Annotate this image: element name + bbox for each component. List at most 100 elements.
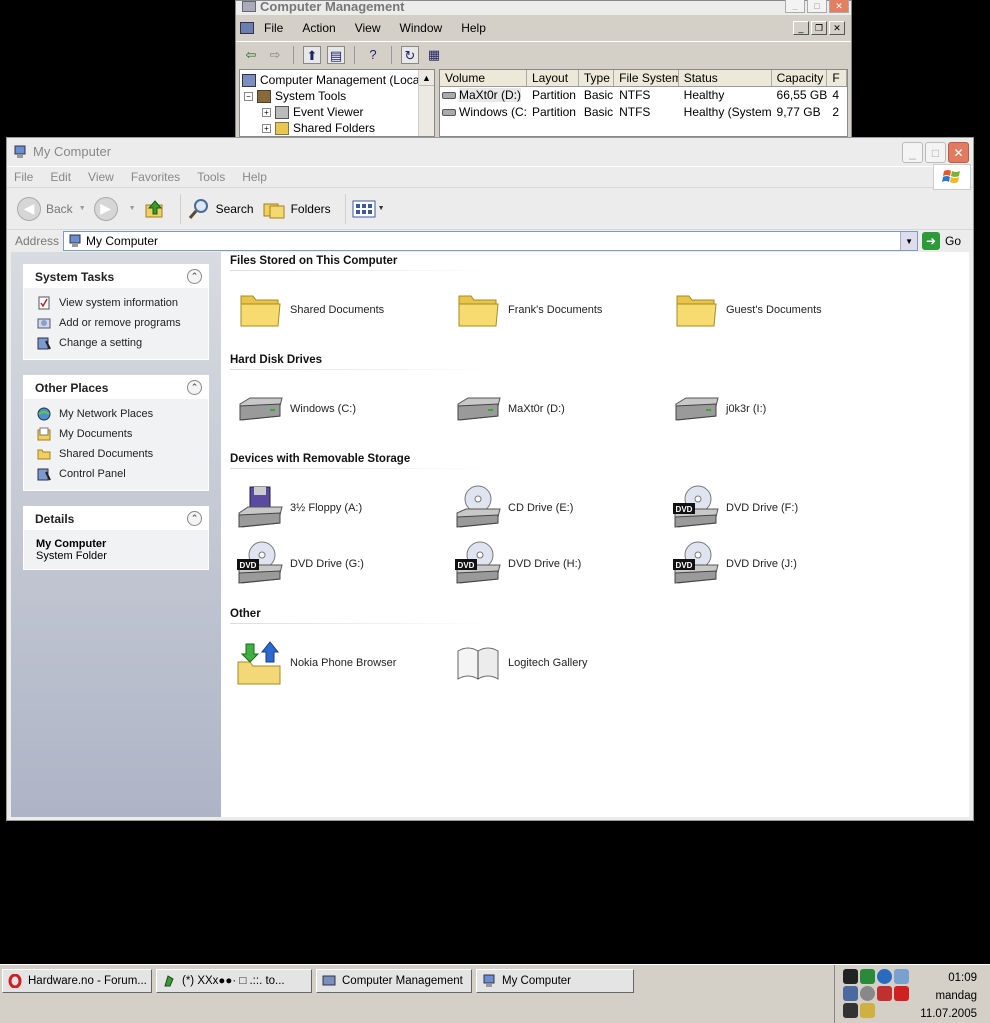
- mc-minimize-button[interactable]: _: [902, 142, 923, 163]
- col-free[interactable]: F: [827, 70, 847, 86]
- steam-tray-icon[interactable]: [843, 969, 858, 984]
- cm-close-button[interactable]: ✕: [829, 0, 849, 13]
- menu-tools[interactable]: Tools: [197, 170, 225, 184]
- cm-menu-icon[interactable]: [240, 22, 254, 34]
- col-volume[interactable]: Volume: [440, 70, 527, 86]
- item-nokia-phone-browser[interactable]: Nokia Phone Browser: [235, 639, 396, 687]
- item-cd-drive-e[interactable]: CD Drive (E:): [453, 484, 573, 532]
- folders-button[interactable]: Folders: [262, 198, 331, 220]
- col-status[interactable]: Status: [679, 70, 772, 86]
- place-shared-documents[interactable]: Shared Documents: [36, 444, 208, 464]
- tree-item-shared-folders[interactable]: + Shared Folders: [240, 120, 434, 136]
- disc-tray-icon[interactable]: [860, 986, 875, 1001]
- taskbar-button-chat[interactable]: (*) XXx●●· □ .::. to...: [156, 969, 312, 993]
- chevron-down-icon[interactable]: ▼: [378, 205, 385, 212]
- ati-tray-icon[interactable]: [894, 986, 909, 1001]
- taskbar-button-computer-management[interactable]: Computer Management: [316, 969, 472, 993]
- computer-management-window[interactable]: Computer Management _ □ ✕ File Action Vi…: [235, 0, 852, 138]
- task-view-system-information[interactable]: View system information: [36, 293, 208, 313]
- cm-mdi-restore-button[interactable]: ❐: [811, 21, 827, 35]
- table-row[interactable]: MaXt0r (D:) Partition Basic NTFS Healthy…: [440, 87, 847, 104]
- network-tray-icon[interactable]: [894, 969, 909, 984]
- globe-tray-icon[interactable]: [877, 969, 892, 984]
- chevron-down-icon[interactable]: ▼: [79, 205, 86, 212]
- tree-item-event-viewer[interactable]: + Event Viewer: [240, 104, 434, 120]
- menu-help[interactable]: Help: [242, 170, 267, 184]
- menu-view[interactable]: View: [88, 170, 114, 184]
- item-windows-c[interactable]: Windows (C:): [235, 385, 356, 433]
- cm-menu-view[interactable]: View: [355, 21, 381, 35]
- cm-mdi-close-button[interactable]: ✕: [829, 21, 845, 35]
- back-arrow-icon[interactable]: ⇦: [242, 46, 260, 64]
- excel-tray-icon[interactable]: [860, 969, 875, 984]
- chevron-down-icon[interactable]: ▼: [900, 232, 918, 250]
- clock[interactable]: 01:09 mandag 11.07.2005: [920, 969, 977, 1023]
- item-j0k3r-i[interactable]: j0k3r (I:): [671, 385, 766, 433]
- my-computer-window[interactable]: My Computer _ □ ✕ File Edit View Favorit…: [6, 137, 974, 821]
- task-change-setting[interactable]: Change a setting: [36, 333, 208, 353]
- show-hide-tree-icon[interactable]: ▤: [327, 45, 345, 64]
- monitor-tray-icon[interactable]: [860, 1003, 875, 1018]
- search-button[interactable]: Search: [187, 197, 254, 221]
- item-logitech-gallery[interactable]: Logitech Gallery: [453, 639, 588, 687]
- expand-icon[interactable]: +: [262, 123, 271, 133]
- col-capacity[interactable]: Capacity: [772, 70, 828, 86]
- item-franks-documents[interactable]: Frank's Documents: [453, 286, 602, 334]
- tree-item-system-tools[interactable]: − System Tools: [240, 88, 434, 104]
- col-file-system[interactable]: File System: [614, 70, 679, 86]
- forward-arrow-icon[interactable]: ⇨: [266, 46, 284, 64]
- security-tray-icon[interactable]: [877, 986, 892, 1001]
- cm-titlebar[interactable]: Computer Management _ □ ✕: [236, 0, 851, 15]
- taskbar-button-hardware-forum[interactable]: Hardware.no - Forum...: [2, 969, 152, 993]
- item-shared-documents[interactable]: Shared Documents: [235, 286, 384, 334]
- col-type[interactable]: Type: [579, 70, 615, 86]
- cm-mdi-minimize-button[interactable]: _: [793, 21, 809, 35]
- place-control-panel[interactable]: Control Panel: [36, 464, 208, 484]
- item-guests-documents[interactable]: Guest's Documents: [671, 286, 822, 334]
- up-button[interactable]: [144, 198, 166, 220]
- tools-tray-icon[interactable]: [843, 1003, 858, 1018]
- collapse-chevron-icon[interactable]: ⌃: [187, 511, 202, 526]
- cm-menu-file[interactable]: File: [264, 21, 283, 35]
- refresh-icon[interactable]: ↻: [401, 45, 419, 64]
- cm-maximize-button[interactable]: □: [807, 0, 827, 13]
- system-tasks-header[interactable]: System Tasks ⌃: [24, 265, 208, 288]
- back-button[interactable]: ◀ Back ▼: [17, 196, 86, 221]
- expand-icon[interactable]: +: [262, 107, 271, 117]
- cm-minimize-button[interactable]: _: [785, 0, 805, 13]
- other-places-header[interactable]: Other Places ⌃: [24, 376, 208, 399]
- mc-close-button[interactable]: ✕: [948, 142, 969, 163]
- menu-edit[interactable]: Edit: [50, 170, 71, 184]
- table-row[interactable]: Windows (C:) Partition Basic NTFS Health…: [440, 104, 847, 121]
- cm-menu-help[interactable]: Help: [461, 21, 486, 35]
- place-my-network-places[interactable]: My Network Places: [36, 404, 208, 424]
- user-tray-icon[interactable]: [843, 986, 858, 1001]
- forward-button[interactable]: ▶ ▼: [93, 196, 136, 221]
- items-view[interactable]: Files Stored on This Computer Shared Doc…: [221, 252, 969, 817]
- scroll-up-icon[interactable]: ▲: [419, 70, 434, 86]
- col-layout[interactable]: Layout: [527, 70, 579, 86]
- collapse-chevron-icon[interactable]: ⌃: [187, 380, 202, 395]
- address-input[interactable]: My Computer ▼: [63, 231, 919, 251]
- place-my-documents[interactable]: My Documents: [36, 424, 208, 444]
- up-folder-icon[interactable]: ⬆: [303, 45, 321, 64]
- volume-list[interactable]: Volume Layout Type File System Status Ca…: [439, 69, 848, 137]
- mc-maximize-button[interactable]: □: [925, 142, 946, 163]
- item-dvd-drive-h[interactable]: DVD DVD Drive (H:): [453, 540, 581, 588]
- menu-file[interactable]: File: [14, 170, 33, 184]
- details-header[interactable]: Details ⌃: [24, 507, 208, 530]
- item-floppy-a[interactable]: 3½ Floppy (A:): [235, 484, 362, 532]
- collapse-icon[interactable]: −: [244, 91, 253, 101]
- item-dvd-drive-j[interactable]: DVD DVD Drive (J:): [671, 540, 797, 588]
- cm-menu-window[interactable]: Window: [400, 21, 443, 35]
- collapse-chevron-icon[interactable]: ⌃: [187, 269, 202, 284]
- cm-console-tree[interactable]: Computer Management (Local) − System Too…: [239, 69, 435, 137]
- cm-menu-action[interactable]: Action: [302, 21, 335, 35]
- views-button[interactable]: ▼: [352, 199, 385, 219]
- properties-icon[interactable]: ?: [364, 46, 382, 64]
- go-button[interactable]: ➜ Go: [922, 232, 961, 250]
- taskbar-button-my-computer[interactable]: My Computer: [476, 969, 634, 993]
- menu-favorites[interactable]: Favorites: [131, 170, 180, 184]
- export-list-icon[interactable]: ▦: [425, 46, 443, 64]
- item-dvd-drive-f[interactable]: DVD DVD Drive (F:): [671, 484, 798, 532]
